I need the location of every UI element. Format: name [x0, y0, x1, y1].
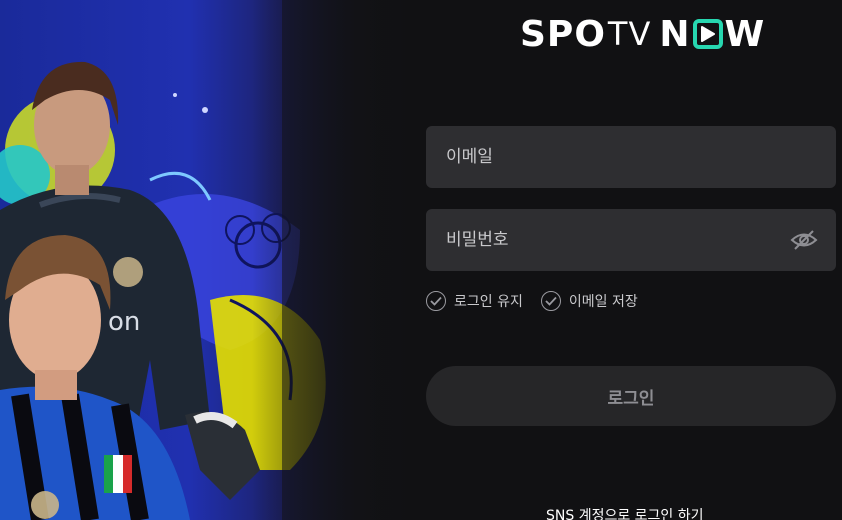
login-options: 로그인 유지 이메일 저장 [426, 291, 638, 311]
logo-text-tv: TV [607, 15, 652, 53]
hero-image: on [0, 0, 420, 520]
check-circle-icon [426, 291, 446, 311]
password-input[interactable] [446, 230, 776, 250]
logo-text-now: N W [659, 14, 765, 55]
keep-login-checkbox[interactable]: 로그인 유지 [426, 291, 523, 311]
save-email-checkbox[interactable]: 이메일 저장 [540, 291, 638, 311]
logo-text-n: N [659, 13, 691, 55]
password-field-container [426, 209, 836, 271]
spotv-now-logo[interactable]: SPO TV N W [520, 13, 765, 55]
check-circle-icon [540, 291, 561, 311]
logo-text-w: W [724, 13, 766, 55]
eye-hidden-icon[interactable] [790, 227, 818, 253]
keep-login-label: 로그인 유지 [454, 294, 523, 310]
email-field-container [426, 126, 836, 188]
save-email-label: 이메일 저장 [568, 294, 638, 310]
email-input[interactable] [446, 147, 776, 167]
play-icon [692, 19, 723, 49]
sns-login-link[interactable]: SNS 계정으로 로그인 하기 [546, 505, 704, 520]
login-button[interactable]: 로그인 [426, 366, 836, 426]
logo-text-spo: SPO [520, 13, 606, 55]
